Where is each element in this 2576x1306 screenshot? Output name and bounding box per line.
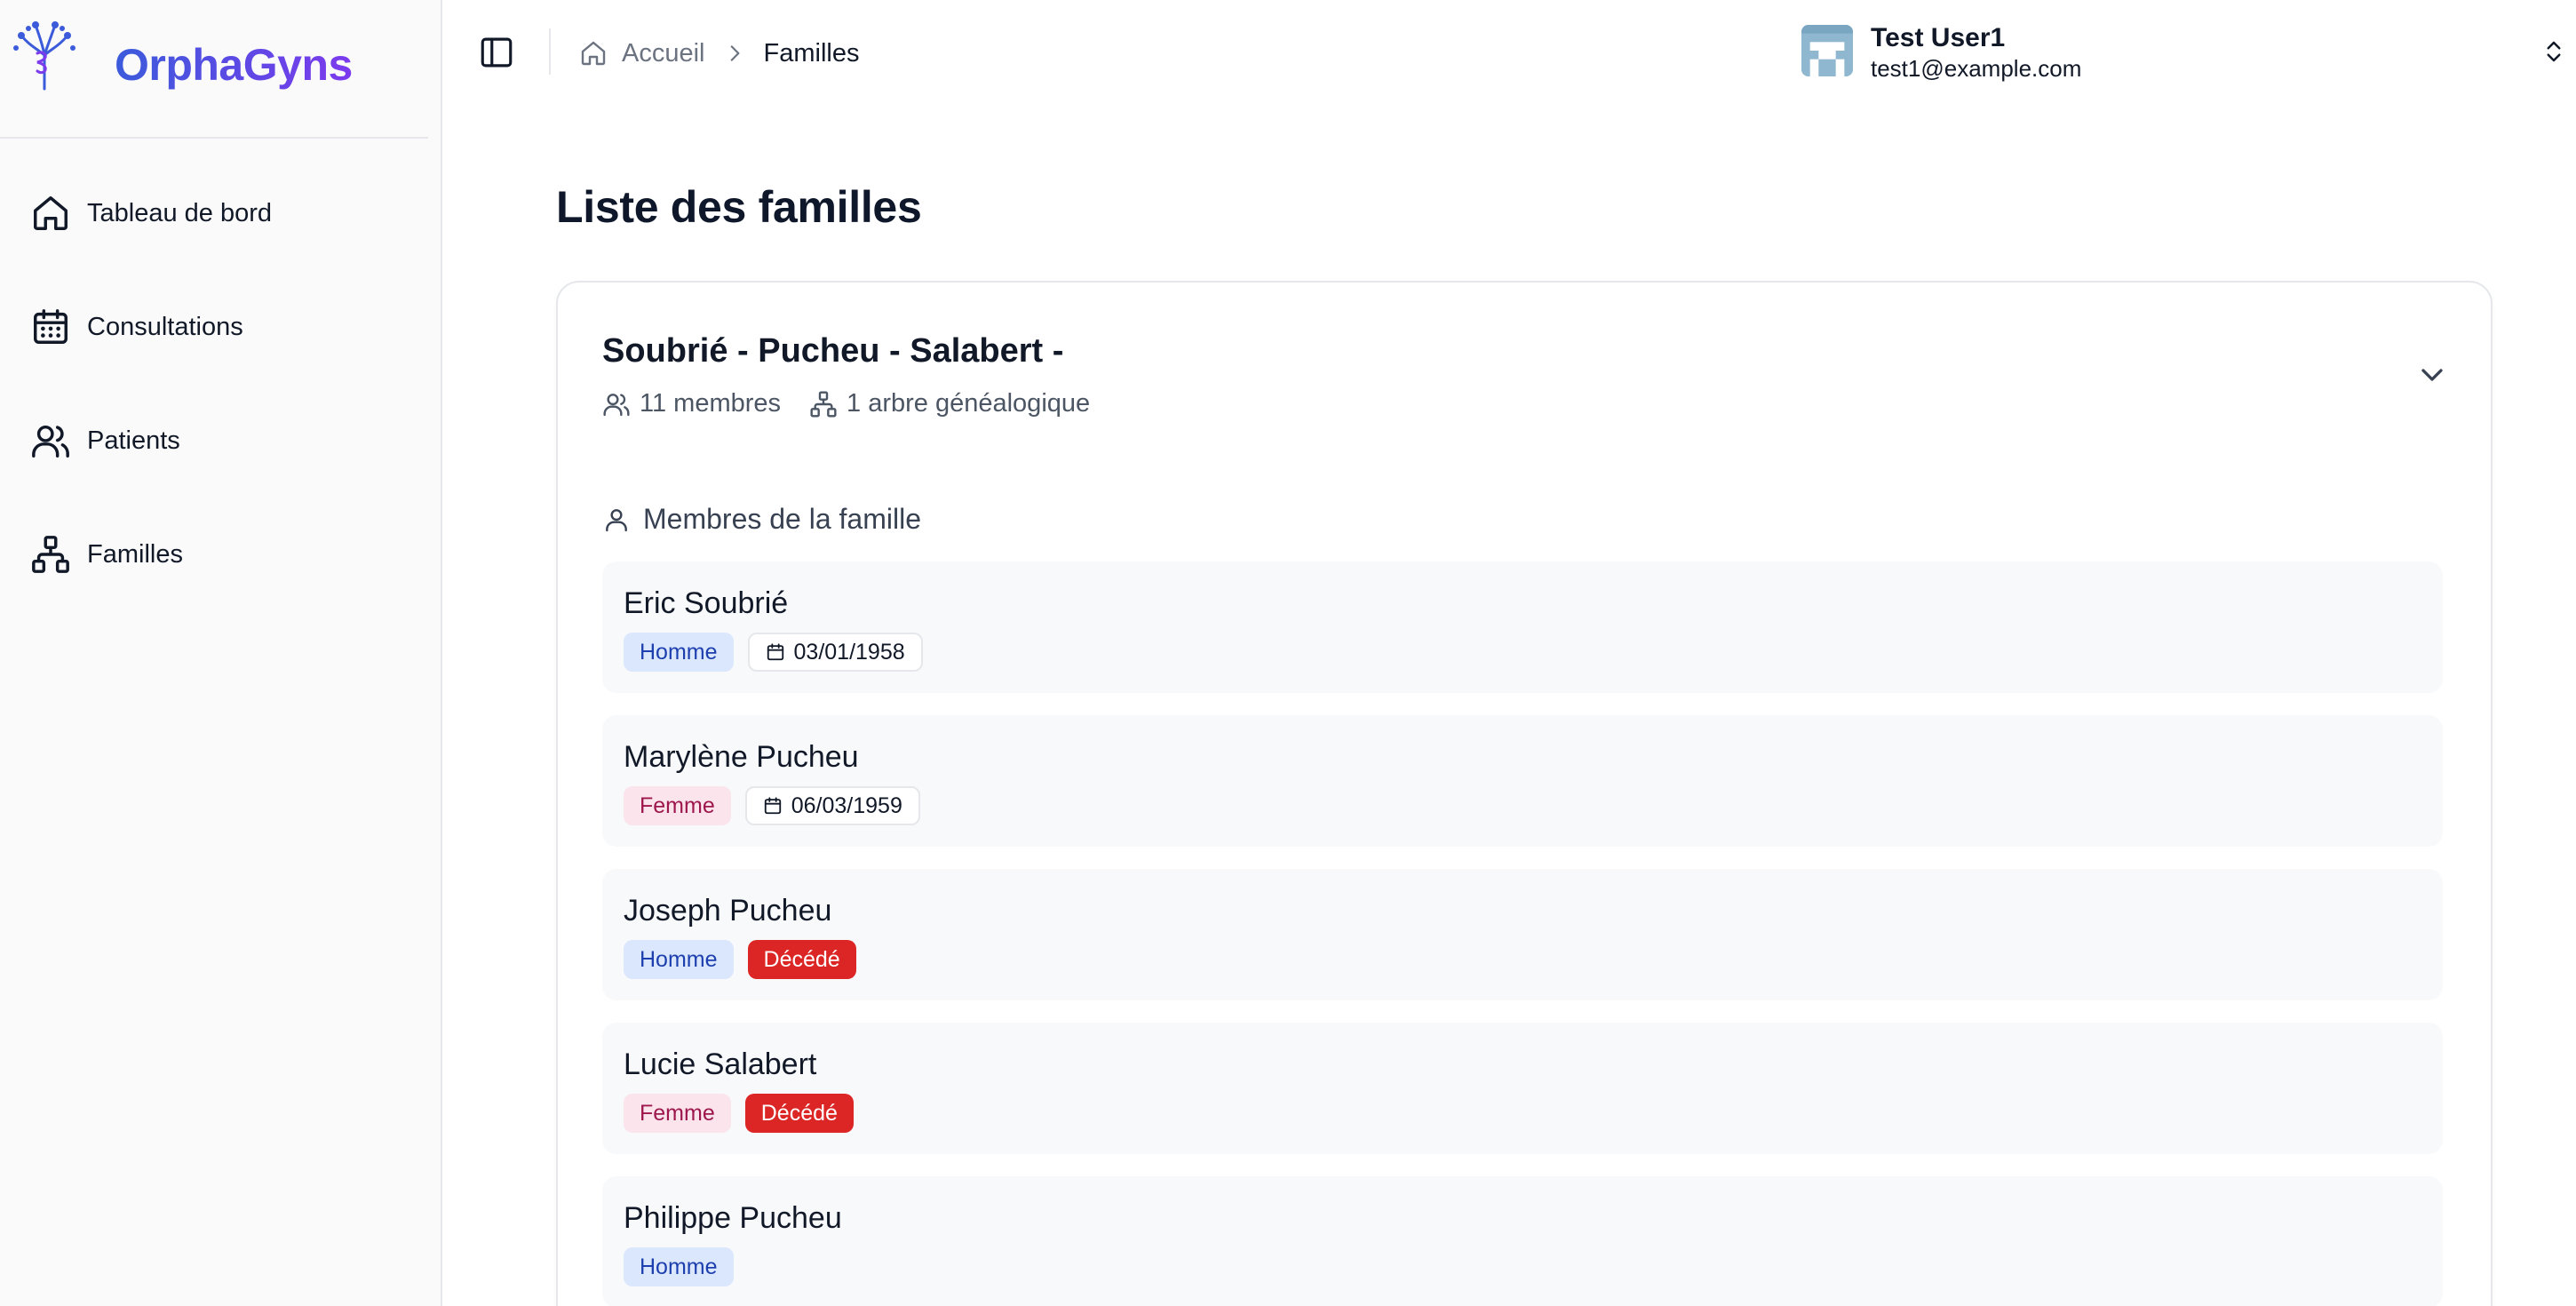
family-name: Soubrié - Pucheu - Salabert - — [602, 332, 1064, 370]
list-item[interactable]: Lucie Salabert Femme Décédé — [602, 1023, 2443, 1154]
gender-badge: Homme — [624, 633, 734, 672]
users-icon — [32, 425, 69, 458]
birthdate-badge: 06/03/1959 — [744, 786, 920, 825]
sidebar-toggle-icon[interactable] — [478, 34, 515, 71]
sidebar-item-label: Consultations — [87, 312, 243, 341]
trees-count-label: 1 arbre généalogique — [847, 389, 1091, 418]
brand-header: OrphaGyns — [0, 0, 428, 139]
breadcrumb: Accueil Familles — [579, 34, 859, 73]
members-section-title: Membres de la famille — [602, 503, 921, 536]
page-title: Liste des familles — [556, 182, 922, 232]
member-name: Marylène Pucheu — [624, 740, 859, 774]
sidebar-item-label: Patients — [87, 426, 180, 455]
dna-tree-logo-icon — [13, 21, 76, 91]
sidebar-item-label: Familles — [87, 539, 183, 569]
family-meta: 11 membres 1 arbre généalogique — [602, 389, 1118, 418]
calendar-icon — [34, 309, 68, 344]
home-icon — [34, 196, 68, 230]
members-count: 11 membres — [602, 389, 781, 418]
member-name: Lucie Salabert — [624, 1047, 817, 1081]
gender-badge: Homme — [624, 1247, 734, 1286]
list-item[interactable]: Philippe Pucheu Homme — [602, 1176, 2443, 1306]
breadcrumb-current: Familles — [763, 38, 860, 68]
birthdate-badge: 03/01/1958 — [747, 633, 923, 672]
brand-name: OrphaGyns — [115, 40, 353, 90]
sidebar-item-label: Tableau de bord — [87, 198, 272, 227]
gender-badge: Femme — [624, 786, 731, 825]
gender-badge: Femme — [624, 1094, 731, 1133]
member-name: Joseph Pucheu — [624, 894, 832, 928]
breadcrumb-home-label: Accueil — [622, 38, 705, 68]
identicon-icon — [1801, 25, 1853, 76]
avatar — [1801, 25, 1853, 76]
gender-badge: Homme — [624, 940, 734, 979]
sidebar-item-familles[interactable]: Familles — [18, 519, 417, 590]
user-email: test1@example.com — [1871, 55, 2082, 82]
network-icon — [810, 390, 837, 418]
birthdate-label: 06/03/1959 — [791, 792, 902, 818]
home-icon — [581, 41, 606, 66]
network-icon — [32, 536, 69, 573]
chevron-down-icon[interactable] — [2414, 357, 2450, 393]
calendar-icon — [767, 643, 783, 661]
sidebar-item-patients[interactable]: Patients — [18, 405, 417, 476]
member-name: Philippe Pucheu — [624, 1201, 842, 1235]
family-card: Soubrié - Pucheu - Salabert - 11 membres… — [556, 281, 2493, 1306]
user-icon — [606, 508, 627, 531]
sidebar-item-dashboard[interactable]: Tableau de bord — [18, 178, 417, 249]
list-item[interactable]: Marylène Pucheu Femme 06/03/1959 — [602, 715, 2443, 847]
member-name: Eric Soubrié — [624, 586, 789, 620]
section-title-label: Membres de la famille — [643, 503, 921, 535]
top-bar: Accueil Familles Test User1 test1@exampl… — [444, 0, 2576, 105]
users-icon — [603, 393, 630, 416]
calendar-icon — [764, 797, 781, 815]
user-menu[interactable]: Test User1 test1@example.com — [1801, 20, 2576, 87]
members-count-label: 11 membres — [640, 389, 782, 418]
header-divider — [549, 28, 551, 75]
trees-count: 1 arbre généalogique — [809, 389, 1090, 418]
sidebar: OrphaGyns Tableau de bord Consultations … — [0, 0, 442, 1306]
breadcrumb-home-link[interactable]: Accueil — [579, 39, 705, 68]
user-name: Test User1 — [1871, 23, 2006, 52]
sidebar-item-consultations[interactable]: Consultations — [18, 291, 417, 362]
list-item[interactable]: Eric Soubrié Homme 03/01/1958 — [602, 561, 2443, 693]
birthdate-label: 03/01/1958 — [793, 639, 905, 665]
chevrons-up-down-icon — [2547, 41, 2561, 62]
deceased-badge: Décédé — [747, 940, 856, 979]
chevron-right-icon — [730, 45, 739, 61]
list-item[interactable]: Joseph Pucheu Homme Décédé — [602, 869, 2443, 1000]
deceased-badge: Décédé — [744, 1094, 854, 1133]
